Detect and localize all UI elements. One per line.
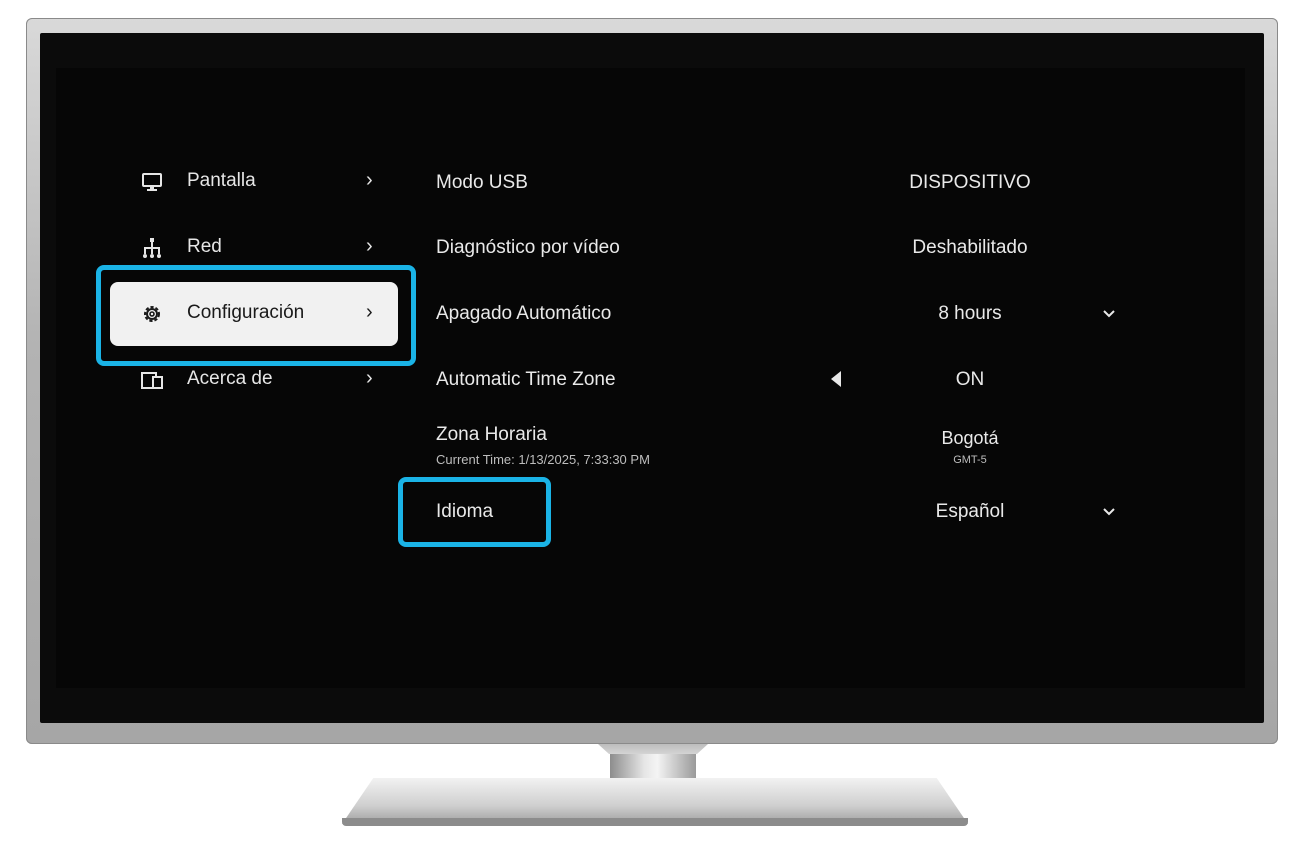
- chevron-down-icon[interactable]: [1101, 306, 1117, 322]
- row-value-idioma[interactable]: Español: [850, 501, 1090, 523]
- row-value-modo-usb[interactable]: DISPOSITIVO: [850, 172, 1090, 194]
- nav-label-red: Red: [187, 236, 222, 257]
- nav-label-acerca-de: Acerca de: [187, 368, 273, 389]
- row-value-apagado[interactable]: 8 hours: [850, 303, 1090, 325]
- monitor-icon: [142, 173, 162, 191]
- chevron-right-icon: ›: [366, 169, 373, 191]
- devices-icon: [141, 372, 163, 389]
- caret-left-icon[interactable]: [831, 371, 841, 387]
- tv-stand-base-edge: [342, 818, 968, 826]
- row-value-auto-timezone[interactable]: ON: [850, 369, 1090, 391]
- row-sublabel-current-time: Current Time: 1/13/2025, 7:33:30 PM: [436, 452, 650, 467]
- idioma-highlight-frame: [398, 477, 551, 547]
- chevron-right-icon: ›: [366, 235, 373, 257]
- network-icon: [143, 238, 161, 258]
- row-label-modo-usb: Modo USB: [436, 172, 528, 193]
- row-value-diagnostico[interactable]: Deshabilitado: [850, 237, 1090, 259]
- chevron-right-icon: ›: [366, 367, 373, 389]
- row-subvalue-gmt: GMT-5: [953, 454, 987, 466]
- row-label-apagado: Apagado Automático: [436, 303, 612, 324]
- chevron-down-icon[interactable]: [1101, 504, 1117, 520]
- row-label-zona-horaria: Zona Horaria: [436, 424, 547, 445]
- nav-highlight-frame: [96, 265, 416, 366]
- nav-label-pantalla: Pantalla: [187, 170, 256, 191]
- nav-item-pantalla[interactable]: Pantalla ›: [110, 150, 398, 214]
- row-label-auto-timezone: Automatic Time Zone: [436, 369, 616, 390]
- row-label-diagnostico: Diagnóstico por vídeo: [436, 237, 620, 258]
- row-value-zona-horaria[interactable]: Bogotá: [850, 428, 1090, 449]
